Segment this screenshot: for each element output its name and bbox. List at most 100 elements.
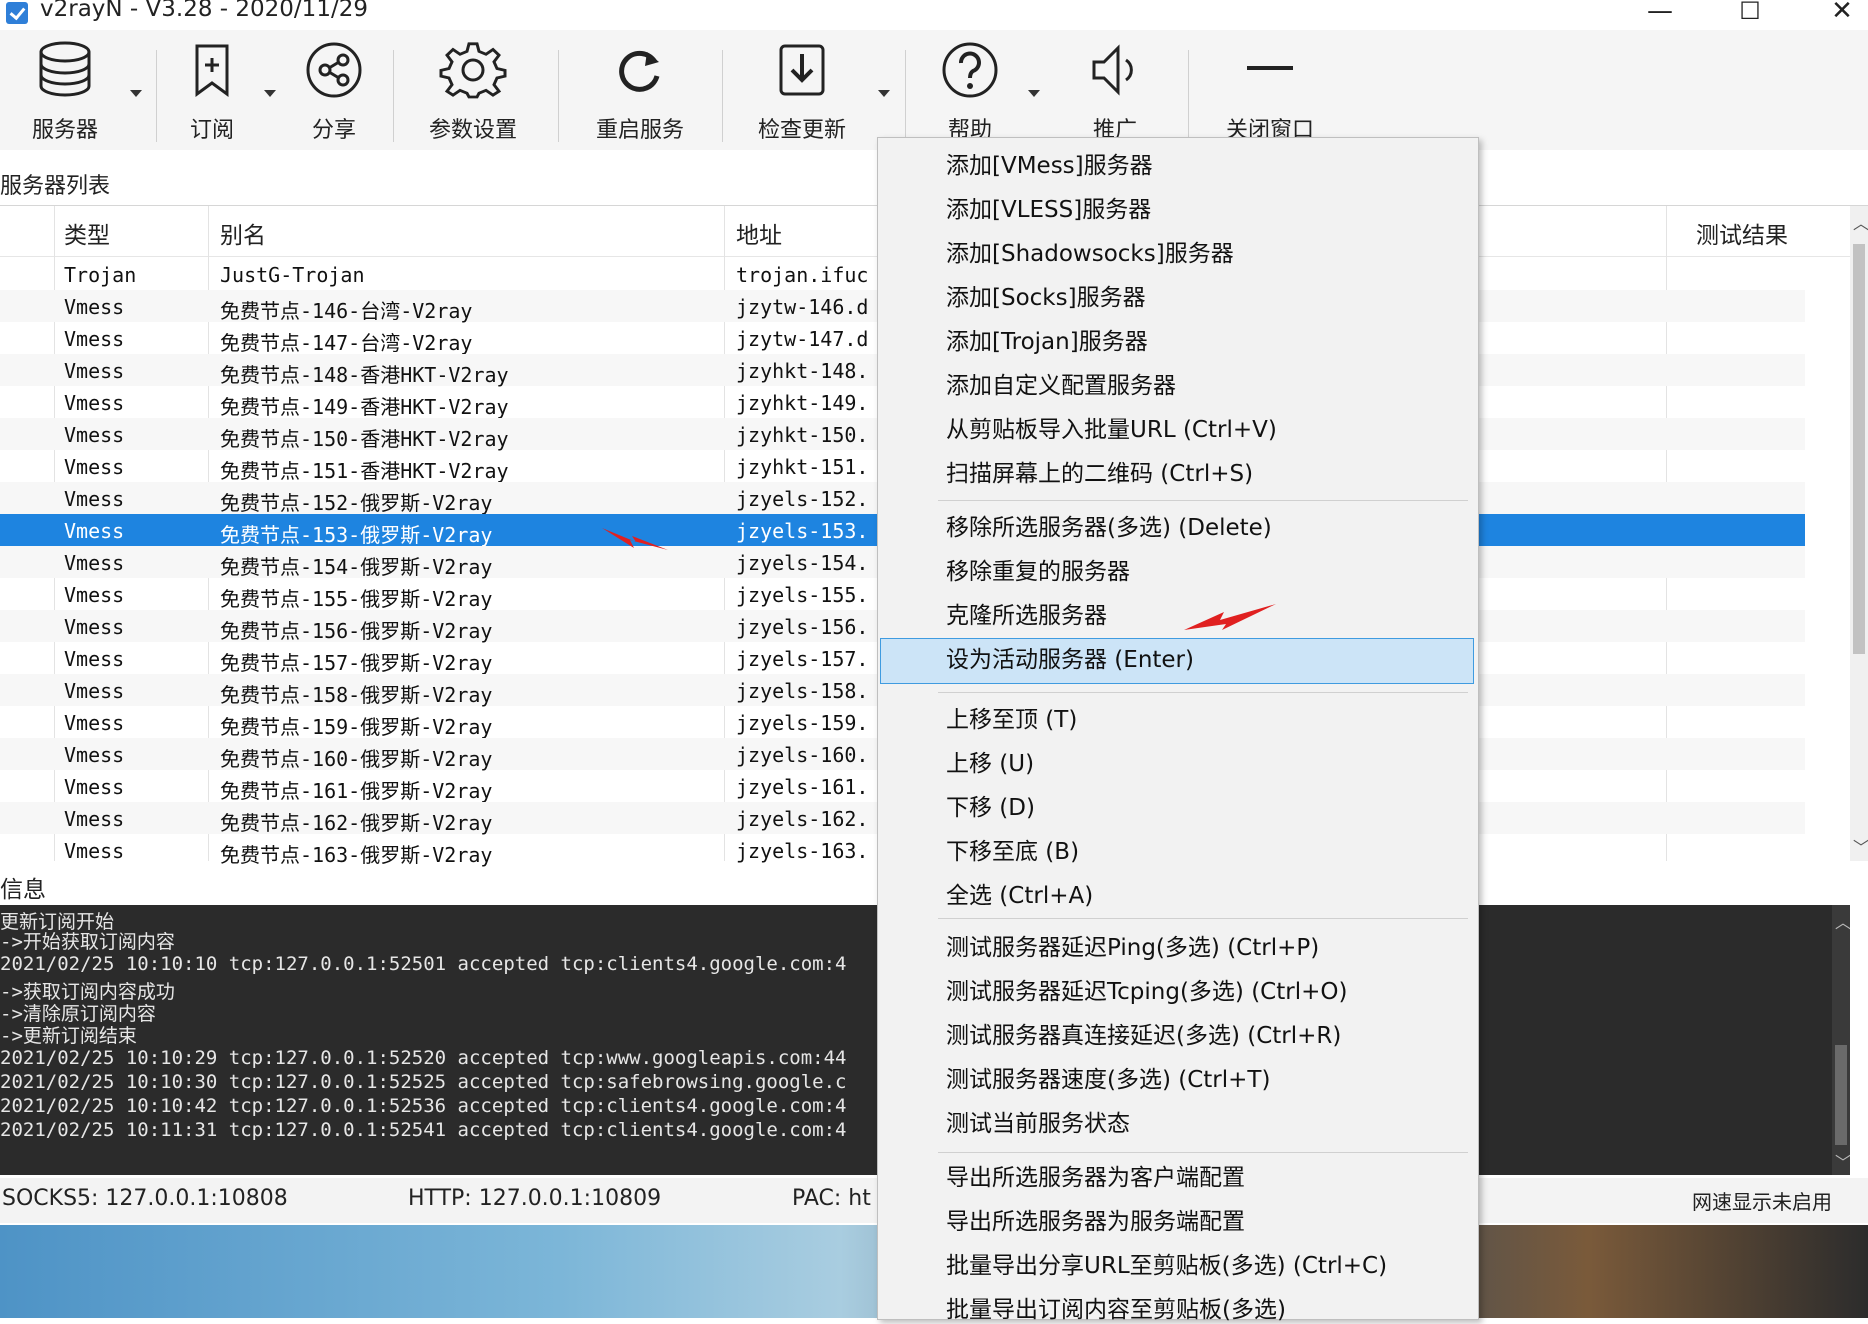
help-button[interactable]: 帮助: [930, 40, 1010, 148]
menu-item[interactable]: 批量导出订阅内容至剪贴板(多选): [946, 1290, 1286, 1324]
menu-item[interactable]: 上移至顶 (T): [946, 700, 1077, 734]
cell-type: Vmess: [64, 775, 125, 799]
cell-type: Vmess: [64, 839, 125, 863]
menu-item[interactable]: 测试服务器延迟Ping(多选) (Ctrl+P): [946, 928, 1319, 962]
http-status: HTTP: 127.0.0.1:10809: [408, 1186, 662, 1211]
menu-separator: [938, 918, 1468, 919]
cell-address: jzyels-161.: [736, 775, 869, 799]
menu-item[interactable]: 添加[VLESS]服务器: [946, 190, 1151, 224]
close-button[interactable]: ✕: [1822, 0, 1862, 28]
menu-item[interactable]: 下移至底 (B): [946, 832, 1079, 866]
column-header-address[interactable]: 地址: [736, 216, 782, 250]
cell-type: Vmess: [64, 487, 125, 511]
cell-type: Vmess: [64, 519, 125, 543]
menu-item[interactable]: 设为活动服务器 (Enter): [946, 640, 1194, 674]
cell-address: jzyels-154.: [736, 551, 869, 575]
servers-button[interactable]: 服务器: [20, 40, 110, 148]
minimize-button[interactable]: —: [1640, 0, 1680, 28]
cell-type: Vmess: [64, 743, 125, 767]
scroll-down-arrow-icon[interactable]: ﹀: [1853, 834, 1868, 858]
info-label: 信息: [0, 877, 46, 903]
menu-item[interactable]: 全选 (Ctrl+A): [946, 876, 1093, 910]
subscribe-button[interactable]: 订阅: [172, 40, 252, 148]
restart-service-label: 重启服务: [595, 118, 684, 143]
column-header-test-result[interactable]: 测试结果: [1696, 216, 1788, 250]
cell-type: Vmess: [64, 551, 125, 575]
log-scrollbar-thumb[interactable]: [1835, 1045, 1847, 1145]
cell-address: jzyhkt-149.: [736, 391, 869, 415]
menu-item[interactable]: 导出所选服务器为服务端配置: [946, 1202, 1245, 1236]
promote-button[interactable]: 推广: [1070, 40, 1160, 148]
menu-item[interactable]: 测试服务器延迟Tcping(多选) (Ctrl+O): [946, 972, 1347, 1006]
scrollbar-thumb[interactable]: [1853, 244, 1865, 654]
menu-item[interactable]: 添加[Trojan]服务器: [946, 322, 1148, 356]
menu-item[interactable]: 测试当前服务状态: [946, 1104, 1130, 1138]
menu-item[interactable]: 测试服务器速度(多选) (Ctrl+T): [946, 1060, 1270, 1094]
log-line: 2021/02/25 10:10:42 tcp:127.0.0.1:52536 …: [0, 1095, 847, 1117]
subscribe-dropdown-icon[interactable]: [264, 90, 276, 97]
window-title: v2rayN - V3.28 - 2020/11/29: [40, 0, 368, 22]
cell-address: jzyels-156.: [736, 615, 869, 639]
log-scrollbar[interactable]: ︿ ﹀: [1832, 905, 1850, 1175]
menu-item[interactable]: 添加[VMess]服务器: [946, 146, 1153, 180]
server-list-scrollbar[interactable]: ︿ ﹀: [1850, 206, 1868, 861]
menu-item[interactable]: 批量导出分享URL至剪贴板(多选) (Ctrl+C): [946, 1246, 1387, 1280]
log-line: 2021/02/25 10:10:29 tcp:127.0.0.1:52520 …: [0, 1047, 847, 1069]
close-window-button[interactable]: 关闭窗口: [1210, 40, 1330, 148]
menu-item[interactable]: 上移 (U): [946, 744, 1034, 778]
menu-item[interactable]: 克隆所选服务器: [946, 596, 1107, 630]
log-line: 2021/02/25 10:10:30 tcp:127.0.0.1:52525 …: [0, 1071, 847, 1093]
scroll-up-arrow-icon[interactable]: ︿: [1853, 210, 1868, 234]
menu-item[interactable]: 添加[Shadowsocks]服务器: [946, 234, 1234, 268]
menu-item[interactable]: 添加[Socks]服务器: [946, 278, 1146, 312]
help-dropdown-icon[interactable]: [1028, 90, 1040, 97]
check-update-button[interactable]: 检查更新: [742, 40, 862, 148]
cell-type: Vmess: [64, 455, 125, 479]
cell-address: jzyels-159.: [736, 711, 869, 735]
cell-alias: 免费节点-147-台湾-V2ray: [220, 331, 473, 355]
column-header-type[interactable]: 类型: [64, 216, 110, 250]
log-line: ->开始获取订阅内容: [0, 931, 175, 953]
red-arrow-icon: [602, 528, 668, 550]
restart-service-button[interactable]: 重启服务: [580, 40, 700, 148]
column-header-alias[interactable]: 别名: [220, 216, 266, 250]
bookmark-add-icon: [195, 44, 229, 97]
log-line: 2021/02/25 10:10:10 tcp:127.0.0.1:52501 …: [0, 953, 847, 975]
menu-item[interactable]: 添加自定义配置服务器: [946, 366, 1176, 400]
log-line: 2021/02/25 10:11:31 tcp:127.0.0.1:52541 …: [0, 1119, 847, 1141]
cell-alias: 免费节点-155-俄罗斯-V2ray: [220, 587, 493, 611]
maximize-button[interactable]: ☐: [1730, 0, 1770, 28]
v2rayn-app-icon: [6, 2, 28, 24]
menu-item[interactable]: 导出所选服务器为客户端配置: [946, 1158, 1245, 1192]
menu-item[interactable]: 测试服务器真连接延迟(多选) (Ctrl+R): [946, 1016, 1341, 1050]
cell-alias: 免费节点-160-俄罗斯-V2ray: [220, 747, 493, 771]
log-scroll-up-icon[interactable]: ︿: [1835, 909, 1850, 933]
settings-button[interactable]: 参数设置: [418, 40, 528, 148]
toolbar-separator: [722, 50, 723, 142]
servers-dropdown-icon[interactable]: [130, 90, 142, 97]
cell-address: jzyels-155.: [736, 583, 869, 607]
log-line: ->更新订阅结束: [0, 1025, 137, 1047]
menu-item[interactable]: 移除所选服务器(多选) (Delete): [946, 508, 1272, 542]
gear-icon: [439, 42, 507, 99]
cell-address: jzyels-157.: [736, 647, 869, 671]
cell-address: jzyels-158.: [736, 679, 869, 703]
cell-type: Vmess: [64, 711, 125, 735]
log-scroll-down-icon[interactable]: ﹀: [1835, 1149, 1850, 1173]
cell-alias: 免费节点-162-俄罗斯-V2ray: [220, 811, 493, 835]
menu-item[interactable]: 下移 (D): [946, 788, 1035, 822]
cell-type: Vmess: [64, 615, 125, 639]
cell-alias: 免费节点-159-俄罗斯-V2ray: [220, 715, 493, 739]
cell-address: jzyhkt-150.: [736, 423, 869, 447]
toolbar-separator: [1188, 50, 1189, 142]
menu-item[interactable]: 扫描屏幕上的二维码 (Ctrl+S): [946, 454, 1253, 488]
menu-item[interactable]: 移除重复的服务器: [946, 552, 1130, 586]
toolbar-separator: [393, 50, 394, 142]
menu-item[interactable]: 从剪贴板导入批量URL (Ctrl+V): [946, 410, 1277, 444]
database-icon: [39, 41, 91, 97]
cell-alias: 免费节点-157-俄罗斯-V2ray: [220, 651, 493, 675]
share-button[interactable]: 分享: [294, 40, 374, 148]
update-dropdown-icon[interactable]: [878, 90, 890, 97]
menu-separator: [938, 692, 1468, 693]
cell-alias: 免费节点-158-俄罗斯-V2ray: [220, 683, 493, 707]
